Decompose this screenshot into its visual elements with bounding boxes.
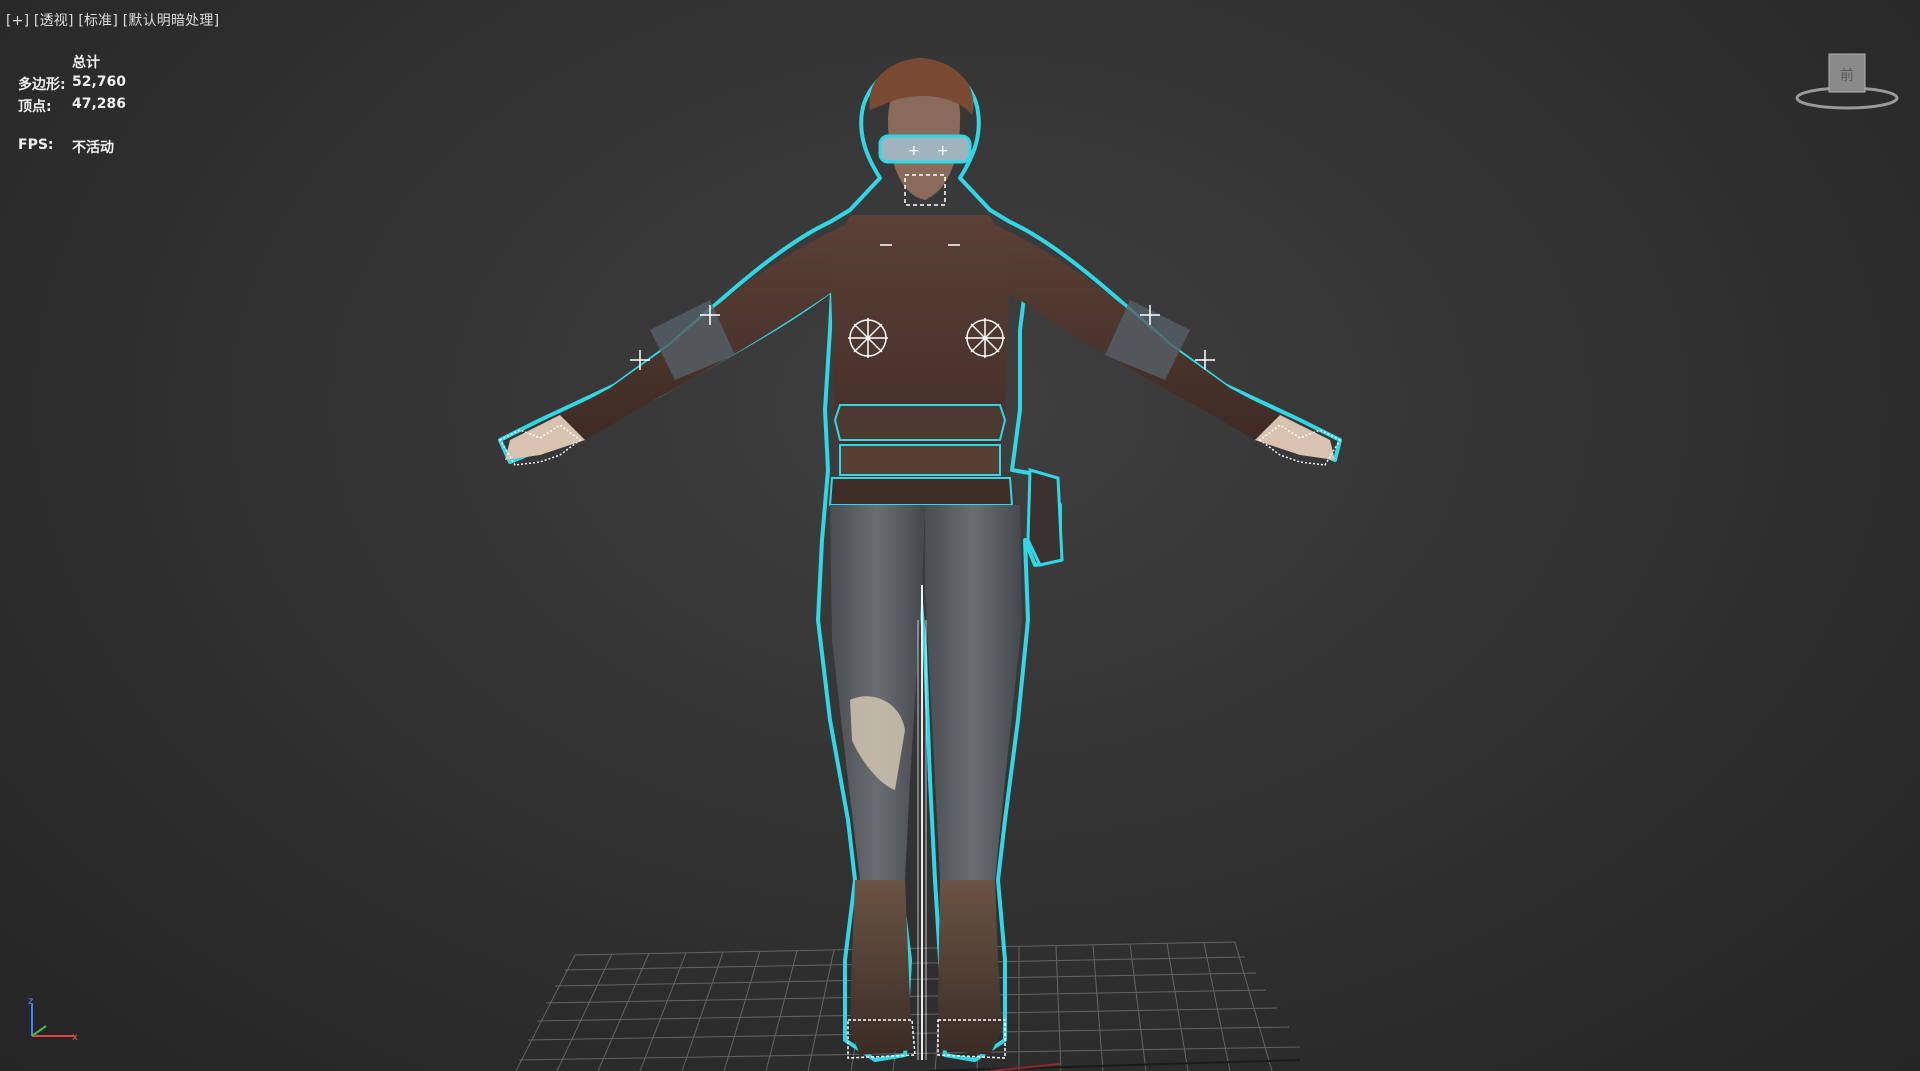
3d-viewport[interactable]: [+] [透视] [标准] [默认明暗处理] 总计 多边形: 52,760 顶点… bbox=[0, 0, 1920, 1071]
axis-z-label: z bbox=[28, 996, 33, 1007]
svg-text:+: + bbox=[908, 143, 920, 159]
viewcube-face-label: 前 bbox=[1840, 67, 1854, 84]
viewcube[interactable]: 前 bbox=[1792, 50, 1902, 120]
character-model[interactable]: + + bbox=[0, 0, 1920, 1071]
svg-text:+: + bbox=[937, 143, 949, 159]
axis-x-label: x bbox=[72, 1032, 78, 1042]
head: + + bbox=[869, 58, 974, 206]
axis-tripod-icon: z x bbox=[28, 996, 78, 1042]
